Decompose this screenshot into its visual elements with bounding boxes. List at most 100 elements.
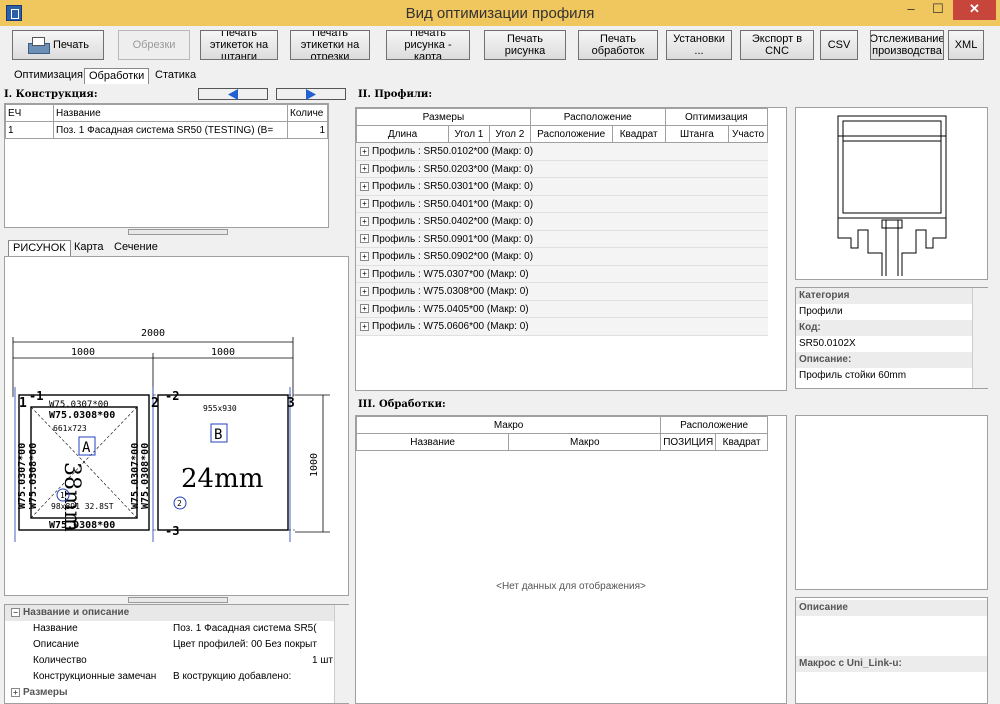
list-item[interactable]: + Профиль : SR50.0102*00 (Макр: 0)	[356, 143, 768, 161]
print-drawing-map-button[interactable]: Печать рисунка - карта	[386, 30, 470, 60]
code-label: Код:	[796, 320, 987, 336]
tab-drawing[interactable]: РИСУНОК	[8, 240, 71, 256]
glass-code: 98x891 32.8ST	[51, 502, 114, 511]
expand-icon[interactable]: +	[360, 146, 369, 156]
property-row[interactable]: Название Поз. 1 Фасадная система SR5(	[5, 621, 348, 637]
col-square[interactable]: Квадрат	[611, 125, 666, 143]
maximize-button[interactable]: ☐	[925, 0, 951, 20]
col-macro[interactable]: Макро	[508, 433, 662, 451]
col-angle2[interactable]: Угол 2	[488, 125, 531, 143]
profile-label: Профиль : W75.0405*00 (Макр: 0)	[372, 303, 529, 315]
settings-button[interactable]: Установки ...	[666, 30, 732, 60]
profiles-header: Размеры Расположение Оптимизация Длина У…	[356, 108, 769, 143]
col-position[interactable]: ПОЗИЦИЯ	[660, 433, 717, 451]
list-item[interactable]: + Профиль : SR50.0401*00 (Макр: 0)	[356, 196, 768, 213]
tab-optimization[interactable]: Оптимизация	[10, 68, 87, 84]
list-item[interactable]: + Профиль : W75.0308*00 (Макр: 0)	[356, 283, 768, 301]
group-label: Размеры	[23, 687, 68, 698]
group-location: Расположение	[529, 108, 666, 126]
profile-top2-label: W75.0308*00	[49, 410, 115, 421]
expand-icon[interactable]: +	[360, 321, 369, 331]
tab-machining[interactable]: Обработки	[84, 68, 150, 84]
property-row[interactable]: Конструкционные замечан В кострукцию доба…	[5, 669, 348, 685]
expand-icon[interactable]: +	[360, 216, 369, 226]
minimize-button[interactable]: –	[898, 0, 924, 20]
print-drawing-button[interactable]: Печать рисунка	[484, 30, 566, 60]
col-location[interactable]: Расположение	[529, 125, 613, 143]
tab-section[interactable]: Сечение	[110, 240, 162, 256]
col-name[interactable]: Название	[355, 433, 510, 451]
machining-title: III. Обработки:	[358, 399, 446, 410]
profile-label: Профиль : W75.0606*00 (Макр: 0)	[372, 321, 529, 332]
col-section[interactable]: Участо	[728, 125, 768, 143]
print-button[interactable]: Печать	[12, 30, 104, 60]
splitter-handle[interactable]	[128, 229, 228, 235]
profile-label: Профиль : SR50.0902*00 (Макр: 0)	[372, 251, 534, 262]
col-bar[interactable]: Штанга	[664, 125, 730, 143]
tracking-button[interactable]: Отслеживание производства	[870, 30, 944, 60]
col-angle1[interactable]: Угол 1	[448, 125, 490, 143]
property-row[interactable]: Описание Цвет профилей: 00 Без покрыт	[5, 637, 348, 653]
expand-icon[interactable]: +	[360, 199, 369, 209]
table-row[interactable]: 1 Поз. 1 Фасадная система SR50 (TESTING)…	[5, 121, 328, 139]
nav-prev-button[interactable]	[198, 88, 268, 100]
col-ech[interactable]: ЕЧ	[5, 104, 54, 122]
category-label: Категория	[796, 288, 987, 304]
info-panel: Категория Профили Код: SR50.0102X Описан…	[795, 287, 988, 389]
drawing-canvas[interactable]: 2000 1000 1000 1000 1 2 3 -1 -2 -3 W75.0…	[4, 256, 349, 596]
circle-2: 2	[177, 499, 182, 508]
list-item[interactable]: + Профиль : W75.0606*00 (Макр: 0)	[356, 318, 768, 336]
expand-icon[interactable]: +	[360, 286, 369, 296]
tab-map[interactable]: Карта	[70, 240, 107, 256]
properties-scrollbar[interactable]	[334, 605, 350, 703]
xml-button[interactable]: XML	[948, 30, 984, 60]
panel-b: B	[214, 427, 222, 443]
profile-label: Профиль : SR50.0901*00 (Макр: 0)	[372, 233, 534, 245]
property-value: Поз. 1 Фасадная система SR5(	[173, 623, 317, 634]
print-labels-cuts-button[interactable]: Печать этикетки на отрезки	[290, 30, 370, 60]
collapse-icon[interactable]: −	[11, 607, 20, 617]
expand-icon[interactable]: +	[360, 234, 369, 244]
title-bar: Вид оптимизации профиля – ☐ ✕	[0, 0, 1000, 26]
size-a: 661x723	[53, 424, 87, 433]
label-m1: -1	[29, 389, 43, 403]
col-square[interactable]: Квадрат	[715, 433, 768, 451]
window-title: Вид оптимизации профиля	[405, 5, 595, 22]
dim-height: 1000	[309, 453, 320, 477]
expand-icon[interactable]: +	[360, 181, 369, 191]
expand-icon[interactable]: +	[360, 164, 369, 174]
list-item[interactable]: + Профиль : W75.0405*00 (Макр: 0)	[356, 301, 768, 318]
list-item[interactable]: + Профиль : SR50.0402*00 (Макр: 0)	[356, 213, 768, 231]
splitter-handle-2[interactable]	[128, 597, 228, 603]
print-labels-bars-button[interactable]: Печать этикеток на штанги	[200, 30, 278, 60]
col-qty[interactable]: Количе	[287, 104, 328, 122]
trims-button[interactable]: Обрезки	[118, 30, 190, 60]
properties-group-2[interactable]: + Размеры	[5, 685, 348, 701]
list-item[interactable]: + Профиль : SR50.0301*00 (Макр: 0)	[356, 178, 768, 196]
group-location: Расположение	[660, 416, 768, 434]
cell-name: Поз. 1 Фасадная система SR50 (TESTING) (…	[53, 121, 288, 139]
property-row[interactable]: Количество 1 шт	[5, 653, 348, 669]
group-sizes: Размеры	[356, 108, 531, 126]
info-scrollbar[interactable]	[972, 288, 988, 388]
tab-statics[interactable]: Статика	[151, 68, 200, 84]
expand-icon[interactable]: +	[360, 269, 369, 279]
expand-icon[interactable]: +	[360, 304, 369, 314]
expand-icon[interactable]: +	[11, 687, 20, 697]
col-length[interactable]: Длина	[356, 125, 449, 143]
details-desc-label: Описание	[796, 600, 987, 616]
csv-button[interactable]: CSV	[820, 30, 858, 60]
list-item[interactable]: + Профиль : SR50.0902*00 (Макр: 0)	[356, 248, 768, 266]
nav-next-button[interactable]	[276, 88, 346, 100]
profile-label: Профиль : SR50.0203*00 (Макр: 0)	[372, 163, 534, 175]
export-cnc-button[interactable]: Экспорт в CNC	[740, 30, 814, 60]
expand-icon[interactable]: +	[360, 251, 369, 261]
profile-label: Профиль : SR50.0401*00 (Макр: 0)	[372, 198, 534, 210]
list-item[interactable]: + Профиль : SR50.0901*00 (Макр: 0)	[356, 231, 768, 248]
close-button[interactable]: ✕	[953, 0, 996, 20]
print-machining-button[interactable]: Печать обработок	[578, 30, 658, 60]
list-item[interactable]: + Профиль : SR50.0203*00 (Макр: 0)	[356, 161, 768, 178]
properties-group-1[interactable]: − Название и описание	[5, 605, 348, 621]
col-name[interactable]: Название	[53, 104, 288, 122]
list-item[interactable]: + Профиль : W75.0307*00 (Макр: 0)	[356, 266, 768, 283]
